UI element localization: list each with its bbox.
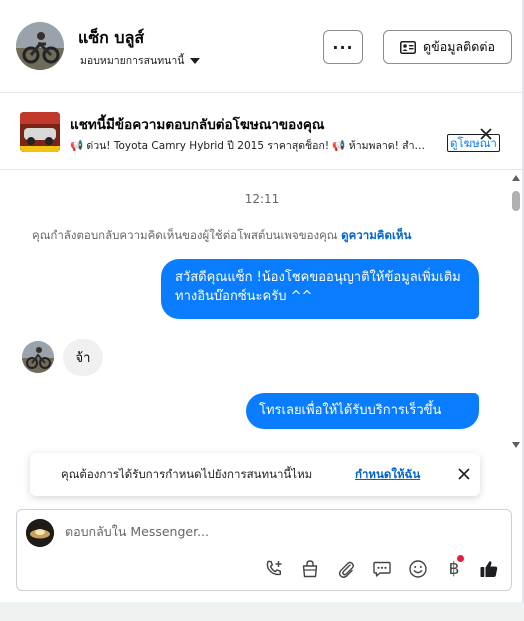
footer-strip [0, 602, 524, 621]
page-avatar [26, 519, 54, 547]
contact-card-icon [400, 40, 417, 54]
chat-bubble-icon [373, 561, 391, 577]
view-comment-link[interactable]: ดูความคิดเห็น [341, 228, 411, 242]
message-composer: ฿ [16, 509, 512, 591]
like-button[interactable] [477, 557, 501, 581]
ad-reply-banner: แชทนี้มีข้อความตอบกลับต่อโฆษณาของคุณ 📢 ด… [0, 94, 524, 170]
comment-reply-notice: คุณกำลังตอบกลับความคิดเห็นของผู้ใช้ต่อโพ… [32, 227, 411, 245]
more-dots-icon: ··· [332, 37, 354, 57]
message-timestamp: 12:11 [244, 192, 280, 206]
contact-avatar-small[interactable] [22, 341, 54, 373]
incoming-message[interactable]: จ้า [63, 339, 103, 376]
reply-input[interactable] [65, 524, 485, 539]
ad-banner-title: แชทนี้มีข้อความตอบกลับต่อโฆษณาของคุณ [70, 117, 325, 133]
phone-plus-icon [266, 560, 282, 576]
emoji-icon [409, 560, 427, 578]
assign-to-me-link[interactable]: กำหนดให้ฉัน [355, 466, 420, 484]
emoji-button[interactable] [406, 557, 430, 581]
conversation-header: แซ็ก บลูส์ มอบหมายการสนทนานี้ ··· ดูข้อม… [0, 0, 524, 93]
scroll-down-arrow-icon[interactable] [512, 442, 520, 448]
assign-conversation-dropdown[interactable]: มอบหมายการสนทนานี้ [80, 52, 201, 69]
shopping-bag-icon [302, 560, 318, 578]
assign-label: มอบหมายการสนทนานี้ [80, 55, 185, 67]
scroll-up-arrow-icon[interactable] [512, 175, 520, 181]
ad-thumbnail[interactable] [20, 112, 60, 152]
chevron-down-icon [190, 57, 201, 64]
message-thread[interactable]: 12:11 คุณกำลังตอบกลับความคิดเห็นของผู้ใช… [0, 171, 524, 459]
scrollbar-thumb[interactable] [512, 191, 520, 211]
outgoing-message[interactable]: สวัสดีคุณแซ็ก !น้องโชคขออนุญาติให้ข้อมูล… [161, 259, 479, 319]
view-contact-info-button[interactable]: ดูข้อมูลติดต่อ [383, 30, 512, 64]
outgoing-message[interactable]: โทรเลยเพื่อให้ได้รับบริการเร็วขึ้น [246, 393, 479, 429]
close-icon[interactable] [457, 467, 471, 481]
more-options-button[interactable]: ··· [323, 30, 363, 64]
assignment-reminder-toast: คุณต้องการได้รับการกำหนดไปยังการสนทนานี้… [30, 453, 480, 496]
payment-button[interactable]: ฿ [442, 555, 466, 581]
attach-file-button[interactable] [334, 557, 358, 581]
comment-reply-notice-text: คุณกำลังตอบกลับความคิดเห็นของผู้ใช้ต่อโพ… [32, 228, 338, 242]
contact-info-label: ดูข้อมูลติดต่อ [423, 39, 495, 54]
close-icon[interactable] [478, 126, 494, 142]
shop-button[interactable] [298, 557, 322, 581]
saved-replies-button[interactable] [370, 557, 394, 581]
thumbs-up-icon [480, 561, 498, 577]
assignment-reminder-text: คุณต้องการได้รับการกำหนดไปยังการสนทนานี้… [61, 467, 313, 481]
baht-icon: ฿ [448, 559, 460, 579]
add-call-button[interactable] [262, 557, 286, 581]
ad-banner-subtitle: 📢 ด่วน! Toyota Camry Hybrid ปี 2015 ราคา… [70, 140, 425, 152]
contact-avatar[interactable] [16, 22, 64, 70]
scrollbar[interactable] [510, 175, 522, 451]
paperclip-icon [338, 561, 354, 578]
notification-dot [457, 555, 464, 562]
contact-name: แซ็ก บลูส์ [78, 28, 145, 47]
